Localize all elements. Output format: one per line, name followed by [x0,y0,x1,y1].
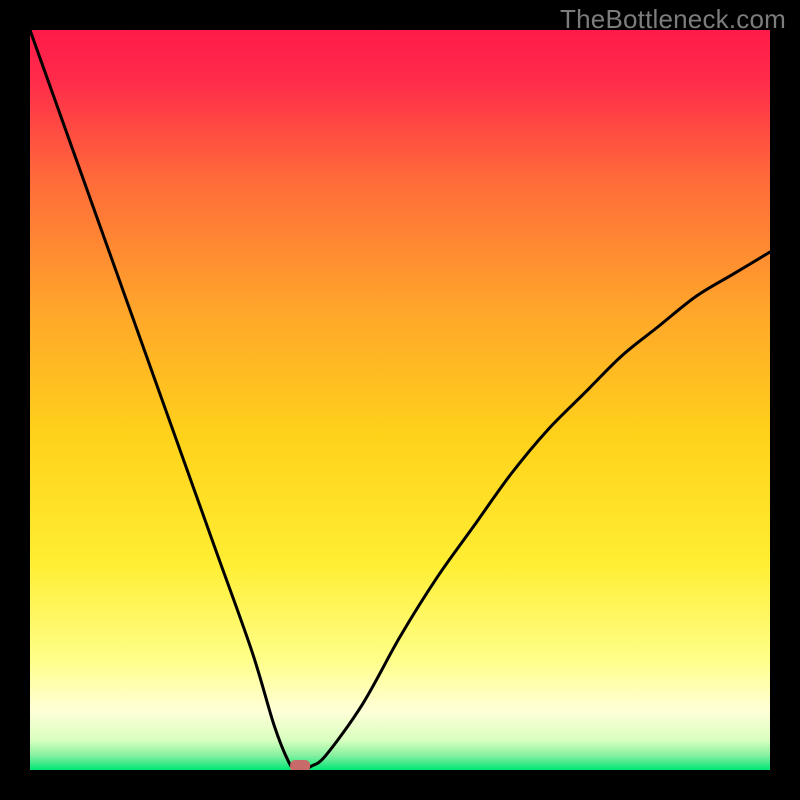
chart-frame: TheBottleneck.com [0,0,800,800]
optimal-point-marker [290,760,310,770]
gradient-background [30,30,770,770]
bottleneck-chart [30,30,770,770]
watermark-text: TheBottleneck.com [560,4,786,35]
